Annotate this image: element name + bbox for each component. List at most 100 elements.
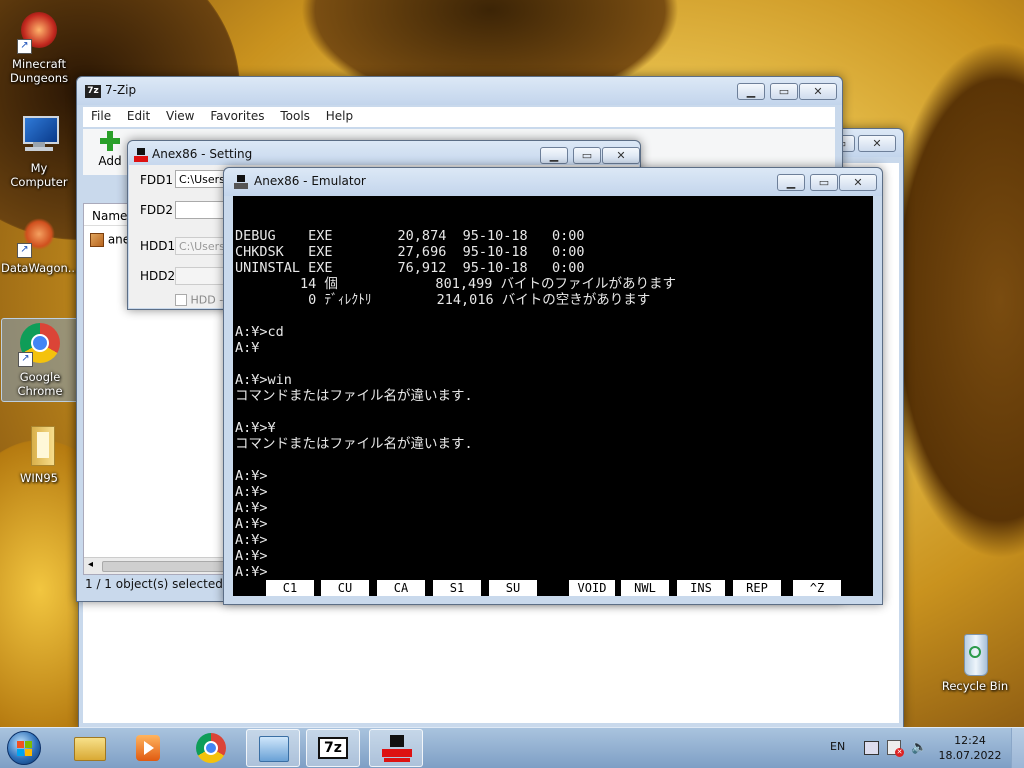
clock-date: 18.07.2022: [938, 749, 1002, 762]
chrome-icon: [196, 733, 226, 763]
function-key[interactable]: CA: [377, 580, 425, 596]
function-key[interactable]: REP: [733, 580, 781, 596]
computer-icon: [17, 114, 61, 158]
horizontal-scrollbar[interactable]: ◂: [84, 557, 234, 574]
volume-icon[interactable]: 🔈: [911, 740, 927, 755]
function-key[interactable]: VOID: [569, 580, 615, 596]
desktop-icon-minecraft[interactable]: ↗ Minecraft Dungeons: [1, 10, 77, 85]
hdd2-label: HDD2: [140, 269, 176, 283]
emulator-minimize-button[interactable]: ▁: [777, 174, 805, 191]
taskbar-media-player[interactable]: [122, 729, 176, 767]
list-item[interactable]: ane: [90, 232, 130, 250]
menu-tools[interactable]: Tools: [280, 109, 310, 123]
emulator-close-button[interactable]: ✕: [839, 174, 877, 191]
emulator-title: Anex86 - Emulator: [254, 174, 366, 188]
clock-time: 12:24: [954, 734, 986, 747]
scrollbar-thumb[interactable]: [102, 561, 232, 572]
clock[interactable]: 12:24 18.07.2022: [938, 733, 1002, 763]
action-center-icon[interactable]: ✕: [887, 740, 904, 757]
terminal-line: コマンドまたはファイル名が違います.: [235, 436, 473, 452]
terminal-line: DEBUG EXE 20,874 95-10-18 0:00: [235, 228, 585, 244]
taskbar-control-panel[interactable]: [246, 729, 300, 767]
taskbar-explorer[interactable]: [62, 729, 116, 767]
plus-icon: [100, 131, 120, 151]
menu-view[interactable]: View: [166, 109, 194, 123]
menu-favorites[interactable]: Favorites: [210, 109, 264, 123]
function-key[interactable]: C1: [266, 580, 314, 596]
emulator-window: Anex86 - Emulator ▁ ▭ ✕ DEBUG EXE 20,874…: [223, 167, 883, 605]
archive-file-icon: [90, 232, 104, 247]
hdd-checkbox[interactable]: HDD -: [175, 293, 223, 307]
terminal-line: A:¥>: [235, 516, 268, 532]
anex86-icon: [382, 735, 412, 763]
network-icon[interactable]: [864, 741, 879, 755]
menu-file[interactable]: File: [91, 109, 111, 123]
taskbar-anex86[interactable]: [369, 729, 423, 767]
setting-maximize-button[interactable]: ▭: [573, 147, 601, 164]
sevenzip-maximize-button[interactable]: ▭: [770, 83, 798, 100]
chrome-icon: ↗: [18, 323, 62, 367]
recycle-bin-icon: [953, 632, 997, 676]
terminal-line: A:¥>: [235, 548, 268, 564]
menu-edit[interactable]: Edit: [127, 109, 150, 123]
terminal-line: コマンドまたはファイル名が違います.: [235, 388, 473, 404]
sevenzip-close-button[interactable]: ✕: [799, 83, 837, 100]
checkbox-box: [175, 294, 187, 306]
terminal-line: A:¥>: [235, 564, 268, 580]
terminal-line: A:¥>: [235, 468, 268, 484]
function-key[interactable]: SU: [489, 580, 537, 596]
taskbar-7zip[interactable]: 7z: [306, 729, 360, 767]
terminal-line: A:¥>: [235, 484, 268, 500]
terminal-line: A:¥>: [235, 500, 268, 516]
setting-minimize-button[interactable]: ▁: [540, 147, 568, 164]
setting-close-button[interactable]: ✕: [602, 147, 640, 164]
function-key[interactable]: INS: [677, 580, 725, 596]
terminal-line: 14 個 801,499 バイトのファイルがあります: [235, 276, 676, 292]
scroll-left-icon[interactable]: ◂: [88, 559, 93, 570]
emulator-maximize-button[interactable]: ▭: [810, 174, 838, 191]
terminal-line: 0 ﾃﾞｨﾚｸﾄﾘ 214,016 バイトの空きがあります: [235, 292, 651, 308]
menu-help[interactable]: Help: [326, 109, 353, 123]
sevenzip-minimize-button[interactable]: ▁: [737, 83, 765, 100]
terminal-line: A:¥>cd: [235, 324, 284, 340]
minecraft-dungeons-icon: ↗: [17, 10, 61, 54]
desktop-icon-win95[interactable]: WIN95: [1, 424, 77, 485]
desktop-icon-my-computer[interactable]: My Computer: [1, 114, 77, 189]
terminal-line: CHKDSK EXE 27,696 95-10-18 0:00: [235, 244, 585, 260]
folder-icon: [17, 424, 61, 468]
desktop-icon-chrome[interactable]: ↗ Google Chrome: [1, 318, 79, 402]
function-key[interactable]: CU: [321, 580, 369, 596]
desktop-icon-datawagon[interactable]: ↗ DataWagon...: [1, 214, 79, 275]
taskbar: 7z EN ✕ 🔈 12:24 18.07.2022: [0, 727, 1024, 768]
control-panel-icon: [259, 736, 289, 762]
terminal-line: A:¥>¥: [235, 420, 276, 436]
desktop-icon-recycle-bin[interactable]: Recycle Bin: [937, 632, 1013, 693]
anex86-app-icon: [234, 175, 248, 189]
fdd2-label: FDD2: [140, 203, 174, 217]
background-close-button[interactable]: ✕: [858, 135, 896, 152]
start-button[interactable]: [6, 730, 44, 766]
terminal-line: UNINSTAL EXE 76,912 95-10-18 0:00: [235, 260, 585, 276]
function-key[interactable]: NWL: [621, 580, 669, 596]
function-key-bar: C1 CU CA S1 SU VOID NWL INS REP ^Z: [233, 580, 873, 596]
anex86-app-icon: [134, 148, 148, 162]
fdd1-label: FDD1: [140, 173, 174, 187]
emulator-screen[interactable]: DEBUG EXE 20,874 95-10-18 0:00 CHKDSK EXE…: [233, 196, 873, 596]
sevenzip-menubar: File Edit View Favorites Tools Help: [83, 107, 835, 127]
language-indicator[interactable]: EN: [830, 740, 845, 753]
column-header-name[interactable]: Name: [84, 204, 130, 226]
sevenzip-status: 1 / 1 object(s) selected: [85, 577, 223, 591]
terminal-line: A:¥>win: [235, 372, 292, 388]
media-player-icon: [136, 735, 160, 761]
function-key[interactable]: ^Z: [793, 580, 841, 596]
add-button[interactable]: Add: [91, 131, 129, 173]
show-desktop-button[interactable]: [1011, 728, 1024, 768]
terminal-line: A:¥>: [235, 532, 268, 548]
function-key[interactable]: S1: [433, 580, 481, 596]
terminal-line: A:¥: [235, 340, 260, 356]
taskbar-chrome[interactable]: [184, 729, 238, 767]
sevenzip-app-icon: 7z: [85, 85, 101, 98]
